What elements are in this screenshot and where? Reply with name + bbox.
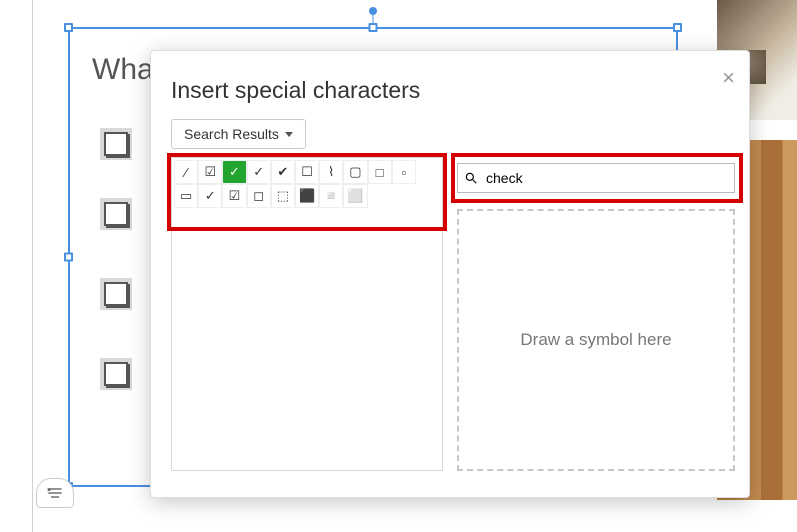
page-title: Wha: [92, 53, 154, 87]
category-dropdown-label: Search Results: [184, 126, 279, 142]
draw-symbol-hint: Draw a symbol here: [520, 330, 671, 350]
slide-image-placeholder[interactable]: [100, 358, 132, 390]
slide-canvas: Wha Insert special characters × Search R…: [0, 0, 797, 532]
slide-image-placeholder[interactable]: [100, 278, 132, 310]
char-dotted-square[interactable]: ⬚: [271, 184, 295, 208]
resize-nw[interactable]: [64, 23, 73, 32]
resize-ne[interactable]: [673, 23, 682, 32]
char-ballot-box-with-check[interactable]: ☑: [198, 160, 222, 184]
close-button[interactable]: ×: [722, 65, 735, 91]
char-white-medium-small-square[interactable]: ◽: [319, 184, 343, 208]
char-white-square[interactable]: □: [368, 160, 392, 184]
category-dropdown[interactable]: Search Results: [171, 119, 306, 149]
char-fraction-slash[interactable]: ⁄: [174, 160, 198, 184]
char-white-medium-square[interactable]: ◻: [247, 184, 271, 208]
dialog-title: Insert special characters: [171, 77, 420, 104]
resize-n[interactable]: [369, 23, 378, 32]
chevron-down-icon: [285, 132, 293, 137]
char-heavy-check-mark[interactable]: ✔: [271, 160, 295, 184]
char-wavy-line[interactable]: ⌇: [319, 160, 343, 184]
insert-special-characters-dialog: Insert special characters × Search Resul…: [150, 50, 750, 498]
char-white-square-rounded[interactable]: ▢: [343, 160, 367, 184]
rotate-handle[interactable]: [369, 7, 377, 15]
speaker-notes-toggle[interactable]: [36, 478, 74, 508]
slide-image-placeholder[interactable]: [100, 128, 132, 160]
char-white-heavy-check-mark[interactable]: ✓: [222, 160, 246, 184]
char-check-mark-2[interactable]: ✓: [198, 184, 222, 208]
slide-image-placeholder[interactable]: [100, 198, 132, 230]
char-black-square-pattern[interactable]: ⬛: [295, 184, 319, 208]
char-white-rectangle[interactable]: ▭: [174, 184, 198, 208]
char-white-large-square[interactable]: ⬜: [343, 184, 367, 208]
notes-icon: [47, 487, 63, 499]
char-ballot-box[interactable]: ☐: [295, 160, 319, 184]
ruler-divider: [32, 0, 33, 532]
draw-symbol-panel[interactable]: Draw a symbol here: [457, 209, 735, 471]
search-input[interactable]: [484, 169, 728, 187]
char-white-small-square[interactable]: ▫: [392, 160, 416, 184]
char-ballot-box-with-check-2[interactable]: ☑: [222, 184, 246, 208]
search-icon: [464, 171, 478, 185]
resize-w[interactable]: [64, 253, 73, 262]
search-field[interactable]: [457, 163, 735, 193]
char-check-mark[interactable]: ✓: [247, 160, 271, 184]
character-results-panel: ⁄☑✓✓✔☐⌇▢□▫▭✓☑◻⬚⬛◽⬜: [171, 157, 443, 471]
